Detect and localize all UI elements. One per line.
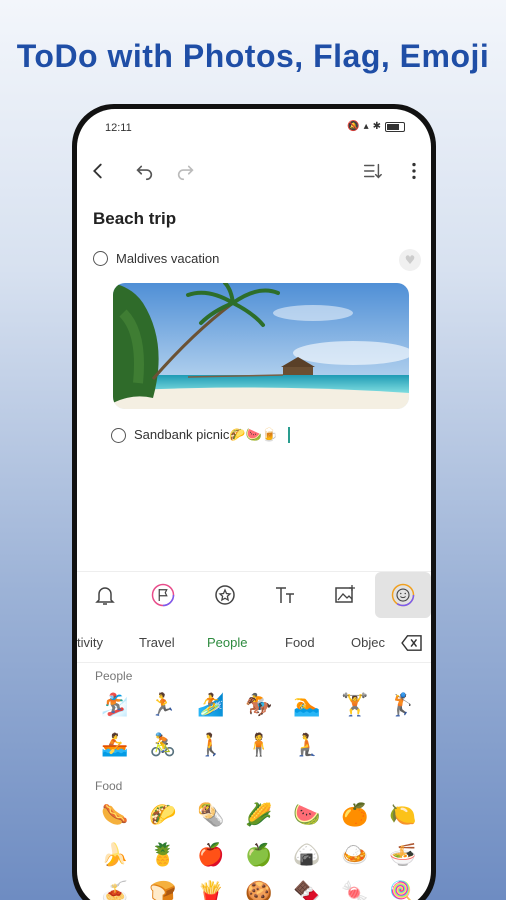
emoji[interactable]: 🍌 bbox=[91, 841, 139, 871]
emoji-button[interactable] bbox=[375, 572, 431, 618]
emoji-row: 🍝 🍞 🍟 🍪 🍫 🍬 🍭 bbox=[91, 879, 427, 900]
undo-icon bbox=[136, 165, 153, 181]
emoji[interactable]: 🍞 bbox=[139, 879, 187, 900]
bell-icon bbox=[95, 587, 115, 605]
bluetooth-icon: ✱ bbox=[372, 121, 381, 132]
emoji[interactable]: 🏊 bbox=[283, 691, 331, 721]
backspace-icon bbox=[401, 635, 422, 651]
redo-icon bbox=[177, 165, 194, 181]
emoji[interactable]: 🍙 bbox=[283, 841, 331, 871]
emoji[interactable]: 🌽 bbox=[235, 801, 283, 831]
emoji-section-label: People bbox=[95, 669, 133, 683]
format-toolbar bbox=[77, 571, 431, 618]
redo-button[interactable] bbox=[171, 153, 201, 189]
status-bar: 12:11 🔕 ▴ ✱ bbox=[77, 109, 431, 145]
image-button[interactable] bbox=[325, 572, 365, 618]
note-title[interactable]: Beach trip bbox=[93, 209, 176, 229]
todo-text[interactable]: Sandbank picnic🌮🍉🍺 bbox=[134, 427, 278, 443]
emoji[interactable]: 🏂 bbox=[91, 691, 139, 721]
emoji[interactable]: 🍉 bbox=[283, 801, 331, 831]
emoji[interactable]: 🍟 bbox=[187, 879, 235, 900]
emoji[interactable]: 🍏 bbox=[235, 841, 283, 871]
tab-food[interactable]: Food bbox=[285, 635, 315, 650]
emoji[interactable]: 🚴 bbox=[139, 731, 187, 761]
emoji[interactable]: 🍜 bbox=[379, 841, 427, 871]
phone-screen: 12:11 🔕 ▴ ✱ Beach trip Maldives vacation… bbox=[77, 109, 431, 900]
emoji[interactable]: 🍝 bbox=[91, 879, 139, 900]
emoji[interactable]: 🏄 bbox=[187, 691, 235, 721]
emoji[interactable]: 🍎 bbox=[187, 841, 235, 871]
emoji[interactable]: 🏃 bbox=[139, 691, 187, 721]
editor-toolbar bbox=[77, 153, 431, 189]
text-cursor bbox=[287, 427, 290, 443]
emoji-row: 🚣 🚴 🚶 🧍 🧎 bbox=[91, 731, 331, 761]
status-time: 12:11 bbox=[105, 122, 132, 134]
emoji[interactable]: 🏋 bbox=[331, 691, 379, 721]
attached-photo[interactable] bbox=[113, 283, 409, 409]
emoji[interactable]: 🌮 bbox=[139, 801, 187, 831]
emoji[interactable]: 🍊 bbox=[331, 801, 379, 831]
todo-item[interactable]: Maldives vacation bbox=[93, 251, 219, 266]
emoji[interactable]: 🚶 bbox=[187, 731, 235, 761]
emoji[interactable]: 🍛 bbox=[331, 841, 379, 871]
signal-icon: ▴ bbox=[363, 121, 369, 132]
emoji[interactable]: 🧍 bbox=[235, 731, 283, 761]
emoji[interactable]: 🌭 bbox=[91, 801, 139, 831]
emoji-row: 🍌 🍍 🍎 🍏 🍙 🍛 🍜 bbox=[91, 841, 427, 871]
emoji-row: 🌭 🌮 🌯 🌽 🍉 🍊 🍋 bbox=[91, 801, 427, 831]
emoji[interactable]: 🏌 bbox=[379, 691, 427, 721]
tab-objects[interactable]: Objec bbox=[351, 635, 385, 650]
status-icons: 🔕 ▴ ✱ bbox=[347, 121, 405, 132]
todo-text[interactable]: Maldives vacation bbox=[116, 251, 219, 266]
emoji[interactable]: 🍭 bbox=[379, 879, 427, 900]
image-icon bbox=[335, 585, 355, 603]
beach-photo-image bbox=[113, 283, 409, 409]
emoji[interactable]: 🍬 bbox=[331, 879, 379, 900]
favorite-icon[interactable]: ♥ bbox=[399, 249, 421, 271]
emoji[interactable]: 🍍 bbox=[139, 841, 187, 871]
emoji-icon bbox=[391, 583, 415, 607]
star-icon bbox=[215, 585, 235, 605]
flag-button[interactable] bbox=[143, 572, 183, 618]
phone-frame: 12:11 🔕 ▴ ✱ Beach trip Maldives vacation… bbox=[72, 104, 436, 900]
todo-item[interactable]: Sandbank picnic🌮🍉🍺 bbox=[111, 427, 290, 443]
mute-icon: 🔕 bbox=[347, 121, 360, 132]
text-size-icon bbox=[276, 587, 294, 603]
emoji-section-label: Food bbox=[95, 779, 123, 793]
sort-list-icon bbox=[363, 163, 382, 179]
todo-checkbox[interactable] bbox=[111, 427, 126, 443]
emoji[interactable]: 🌯 bbox=[187, 801, 235, 831]
tab-people[interactable]: People bbox=[207, 635, 247, 650]
text-size-button[interactable] bbox=[265, 572, 305, 618]
reorder-button[interactable] bbox=[357, 153, 387, 189]
battery-icon bbox=[385, 121, 405, 132]
reminder-button[interactable] bbox=[85, 572, 125, 618]
emoji-row: 🏂 🏃 🏄 🏇 🏊 🏋 🏌 bbox=[91, 691, 427, 721]
tab-travel[interactable]: Travel bbox=[139, 635, 175, 650]
back-button[interactable] bbox=[83, 153, 113, 189]
emoji[interactable]: 🍋 bbox=[379, 801, 427, 831]
more-options-button[interactable] bbox=[399, 153, 429, 189]
emoji[interactable]: 🏇 bbox=[235, 691, 283, 721]
star-button[interactable] bbox=[205, 572, 245, 618]
emoji[interactable]: 🍪 bbox=[235, 879, 283, 900]
emoji-category-tabs: tivity Travel People Food Objec bbox=[77, 623, 431, 663]
undo-button[interactable] bbox=[129, 153, 159, 189]
back-arrow-icon bbox=[93, 163, 102, 179]
promo-headline: ToDo with Photos, Flag, Emoji bbox=[16, 38, 490, 74]
tab-activity[interactable]: tivity bbox=[77, 635, 103, 650]
backspace-button[interactable] bbox=[401, 633, 423, 653]
emoji[interactable]: 🍫 bbox=[283, 879, 331, 900]
flag-icon bbox=[151, 583, 175, 607]
emoji[interactable]: 🚣 bbox=[91, 731, 139, 761]
more-vertical-icon bbox=[412, 162, 416, 180]
todo-checkbox[interactable] bbox=[93, 251, 108, 266]
emoji[interactable]: 🧎 bbox=[283, 731, 331, 761]
